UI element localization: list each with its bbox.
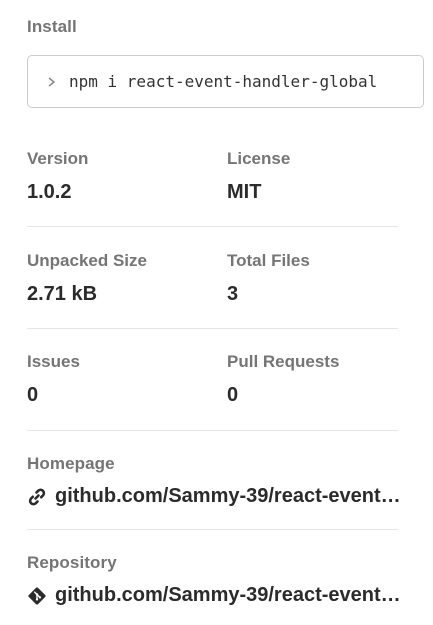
license-label: License [227, 149, 291, 168]
repository-link[interactable]: github.com/Sammy-39/react-event-handler-… [27, 584, 407, 607]
pull-requests-label: Pull Requests [227, 352, 340, 371]
homepage-link[interactable]: github.com/Sammy-39/react-event-handler-… [27, 485, 407, 508]
license-stat: License MIT [227, 149, 290, 204]
link-icon [27, 487, 47, 507]
total-files-value: 3 [227, 283, 239, 305]
install-command-text[interactable]: npm i react-event-handler-global [69, 72, 377, 91]
issues-value[interactable]: 0 [27, 384, 80, 407]
issues-label: Issues [27, 352, 80, 371]
unpacked-size-value: 2.71 kB [27, 283, 98, 305]
git-icon [27, 586, 47, 606]
divider [27, 328, 398, 329]
homepage-label: Homepage [27, 454, 115, 473]
total-files-label: Total Files [227, 251, 310, 270]
divider [27, 529, 398, 530]
repository-link-text[interactable]: github.com/Sammy-39/react-event-handler-… [55, 584, 407, 607]
unpacked-size-stat: Unpacked Size 2.71 kB [27, 251, 147, 306]
repository-label: Repository [27, 553, 117, 572]
divider [27, 226, 398, 227]
prompt-chevron-icon [47, 76, 59, 88]
pull-requests-stat[interactable]: Pull Requests 0 [227, 352, 339, 407]
issues-stat[interactable]: Issues 0 [27, 352, 80, 407]
homepage-link-text[interactable]: github.com/Sammy-39/react-event-handler-… [55, 485, 407, 508]
install-command-box[interactable]: npm i react-event-handler-global [27, 55, 424, 108]
divider [27, 430, 398, 431]
version-value: 1.0.2 [27, 181, 72, 203]
total-files-stat: Total Files 3 [227, 251, 310, 306]
install-label: Install [27, 17, 77, 36]
version-stat: Version 1.0.2 [27, 149, 88, 204]
version-label: Version [27, 149, 89, 168]
package-sidebar: Install npm i react-event-handler-global… [0, 0, 433, 625]
license-value: MIT [227, 181, 262, 203]
unpacked-size-label: Unpacked Size [27, 251, 147, 270]
pull-requests-value[interactable]: 0 [227, 384, 339, 407]
